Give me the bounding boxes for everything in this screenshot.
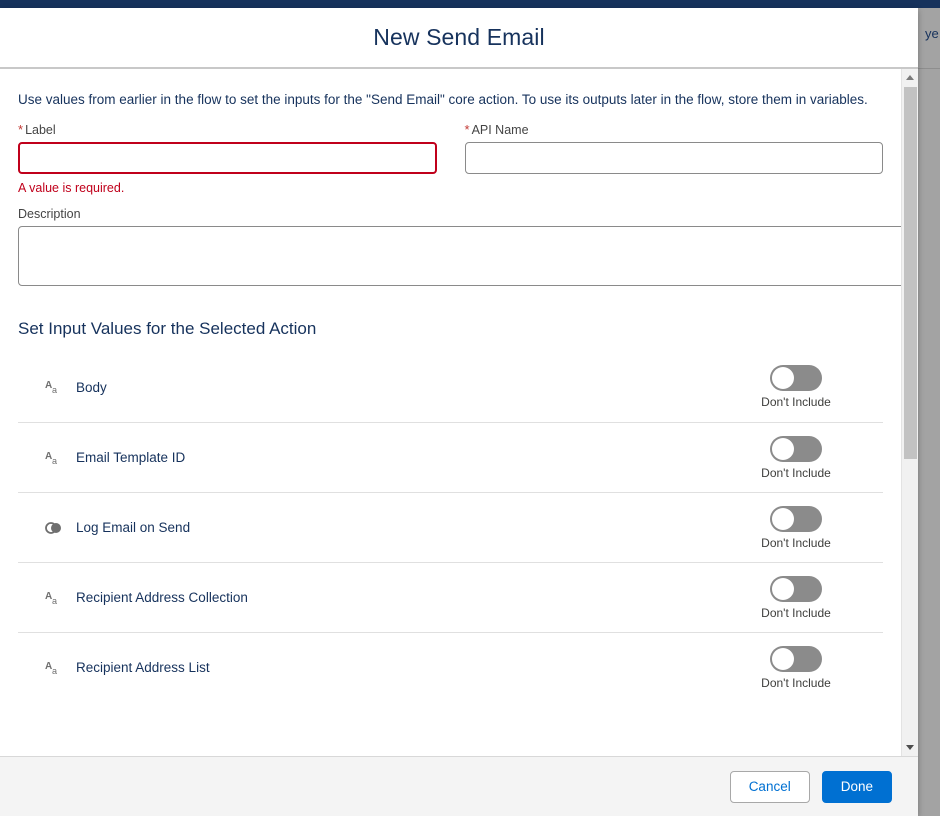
toggle-state-label: Don't Include [761,395,831,409]
text-datatype-icon: Aa [44,588,64,608]
description-field-group: Description [18,206,901,286]
text-datatype-icon: Aa [44,448,64,468]
cancel-button[interactable]: Cancel [729,770,810,803]
svg-text:a: a [52,385,57,395]
toggle-state-label: Don't Include [761,465,831,480]
include-toggle[interactable] [770,645,822,672]
svg-text:a: a [52,666,57,676]
description-field-label: Description [18,207,81,221]
include-toggle[interactable] [770,365,822,391]
boolean-datatype-icon [44,518,64,538]
input-value-row: Aa Recipient Address List Don't Include [18,632,883,702]
toggle-knob [772,507,794,530]
label-field-label: * Label [18,122,437,138]
modal-body-wrap: Use values from earlier in the flow to s… [0,69,918,756]
api-name-field-label: * API Name [465,122,884,138]
modal-title: New Send Email [373,24,545,50]
svg-text:a: a [52,456,57,466]
include-toggle[interactable] [770,435,822,462]
toggle-state-label: Don't Include [761,675,831,690]
app-top-bar [0,0,940,8]
input-value-row: Log Email on Send Don't Include [18,492,883,562]
include-toggle[interactable] [770,575,822,602]
required-marker: * [464,122,470,137]
background-divider [915,68,940,69]
input-include-toggle-group: Don't Include [746,575,846,620]
svg-text:a: a [52,596,57,606]
required-marker: * [18,122,24,137]
name-fields-row: * Label A value is required. * API Name [18,122,883,196]
scrollbar-thumb[interactable] [904,87,917,459]
input-include-toggle-group: Don't Include [746,365,846,409]
toggle-state-label: Don't Include [761,605,831,620]
text-datatype-icon: Aa [44,658,64,678]
modal-header: New Send Email [0,8,918,69]
background-partial-text: ye [925,26,939,41]
api-name-input[interactable] [464,142,883,174]
input-include-toggle-group: Don't Include [746,505,846,550]
text-datatype-icon: Aa [44,377,64,397]
input-value-row: Aa Body Don't Include [18,352,883,422]
api-name-field-group: * API Name [464,122,884,196]
input-values-list: Aa Body Don't Include Aa Email Template ID Do… [18,352,883,702]
input-value-row: Aa Email Template ID Don't Include [18,422,883,492]
toggle-knob [772,437,794,460]
modal-body-scrollbar[interactable] [901,69,918,756]
input-include-toggle-group: Don't Include [746,435,846,480]
description-textarea[interactable] [18,226,901,286]
include-toggle[interactable] [770,505,822,532]
modal-footer: Cancel Done [0,756,918,816]
scroll-up-arrow-icon[interactable] [902,69,918,86]
section-heading: Set Input Values for the Selected Action [18,319,317,338]
new-send-email-modal: New Send Email Use values from earlier i… [0,8,918,816]
input-value-row: Aa Recipient Address Collection Don't Incl… [18,562,883,632]
scroll-down-arrow-icon[interactable] [902,739,918,756]
toggle-knob [772,647,794,670]
toggle-knob [772,577,794,600]
modal-body: Use values from earlier in the flow to s… [0,69,901,756]
label-field-label-text: Label [25,123,56,137]
label-error-message: A value is required. [18,181,125,195]
done-button[interactable]: Done [821,770,892,803]
api-name-field-label-text: API Name [471,123,529,137]
label-input[interactable] [18,142,437,174]
input-include-toggle-group: Don't Include [746,645,846,690]
intro-text: Use values from earlier in the flow to s… [18,92,868,107]
label-field-group: * Label A value is required. [18,122,437,196]
toggle-state-label: Don't Include [761,535,831,550]
toggle-knob [772,367,794,389]
